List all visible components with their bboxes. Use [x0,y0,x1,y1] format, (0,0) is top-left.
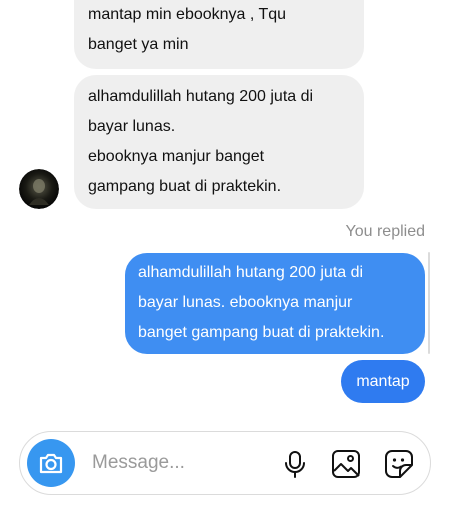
outgoing-message[interactable]: mantap [341,360,425,403]
message-input[interactable] [92,448,262,478]
message-line: bayar lunas. [88,118,176,135]
message-line: ebooknya manjur banget [88,148,265,165]
incoming-message-2[interactable]: alhamdulillah hutang 200 juta di bayar l… [74,75,364,209]
message-line: alhamdulillah hutang 200 juta di [88,88,314,105]
message-composer [19,431,431,495]
replied-label: You replied [345,223,425,240]
sticker-icon [385,450,413,478]
message-line: banget ya min [88,36,189,53]
reply-indicator-bar [428,252,430,354]
gallery-button[interactable] [331,449,361,479]
image-icon [332,450,360,478]
message-line: bayar lunas. ebooknya manjur [138,294,353,311]
voice-button[interactable] [280,449,310,479]
outgoing-reply-message[interactable]: alhamdulillah hutang 200 juta di bayar l… [125,253,425,354]
incoming-message-1[interactable]: mantap min ebooknya , Tqu banget ya min [74,0,364,69]
avatar[interactable] [19,169,59,209]
camera-button[interactable] [27,439,75,487]
message-line: mantap min ebooknya , Tqu [88,6,287,23]
camera-icon [39,453,63,474]
sticker-button[interactable] [384,449,414,479]
microphone-icon [285,451,305,478]
message-line: alhamdulillah hutang 200 juta di [138,264,364,281]
message-line: banget gampang buat di praktekin. [138,324,385,341]
message-line: gampang buat di praktekin. [88,178,282,195]
